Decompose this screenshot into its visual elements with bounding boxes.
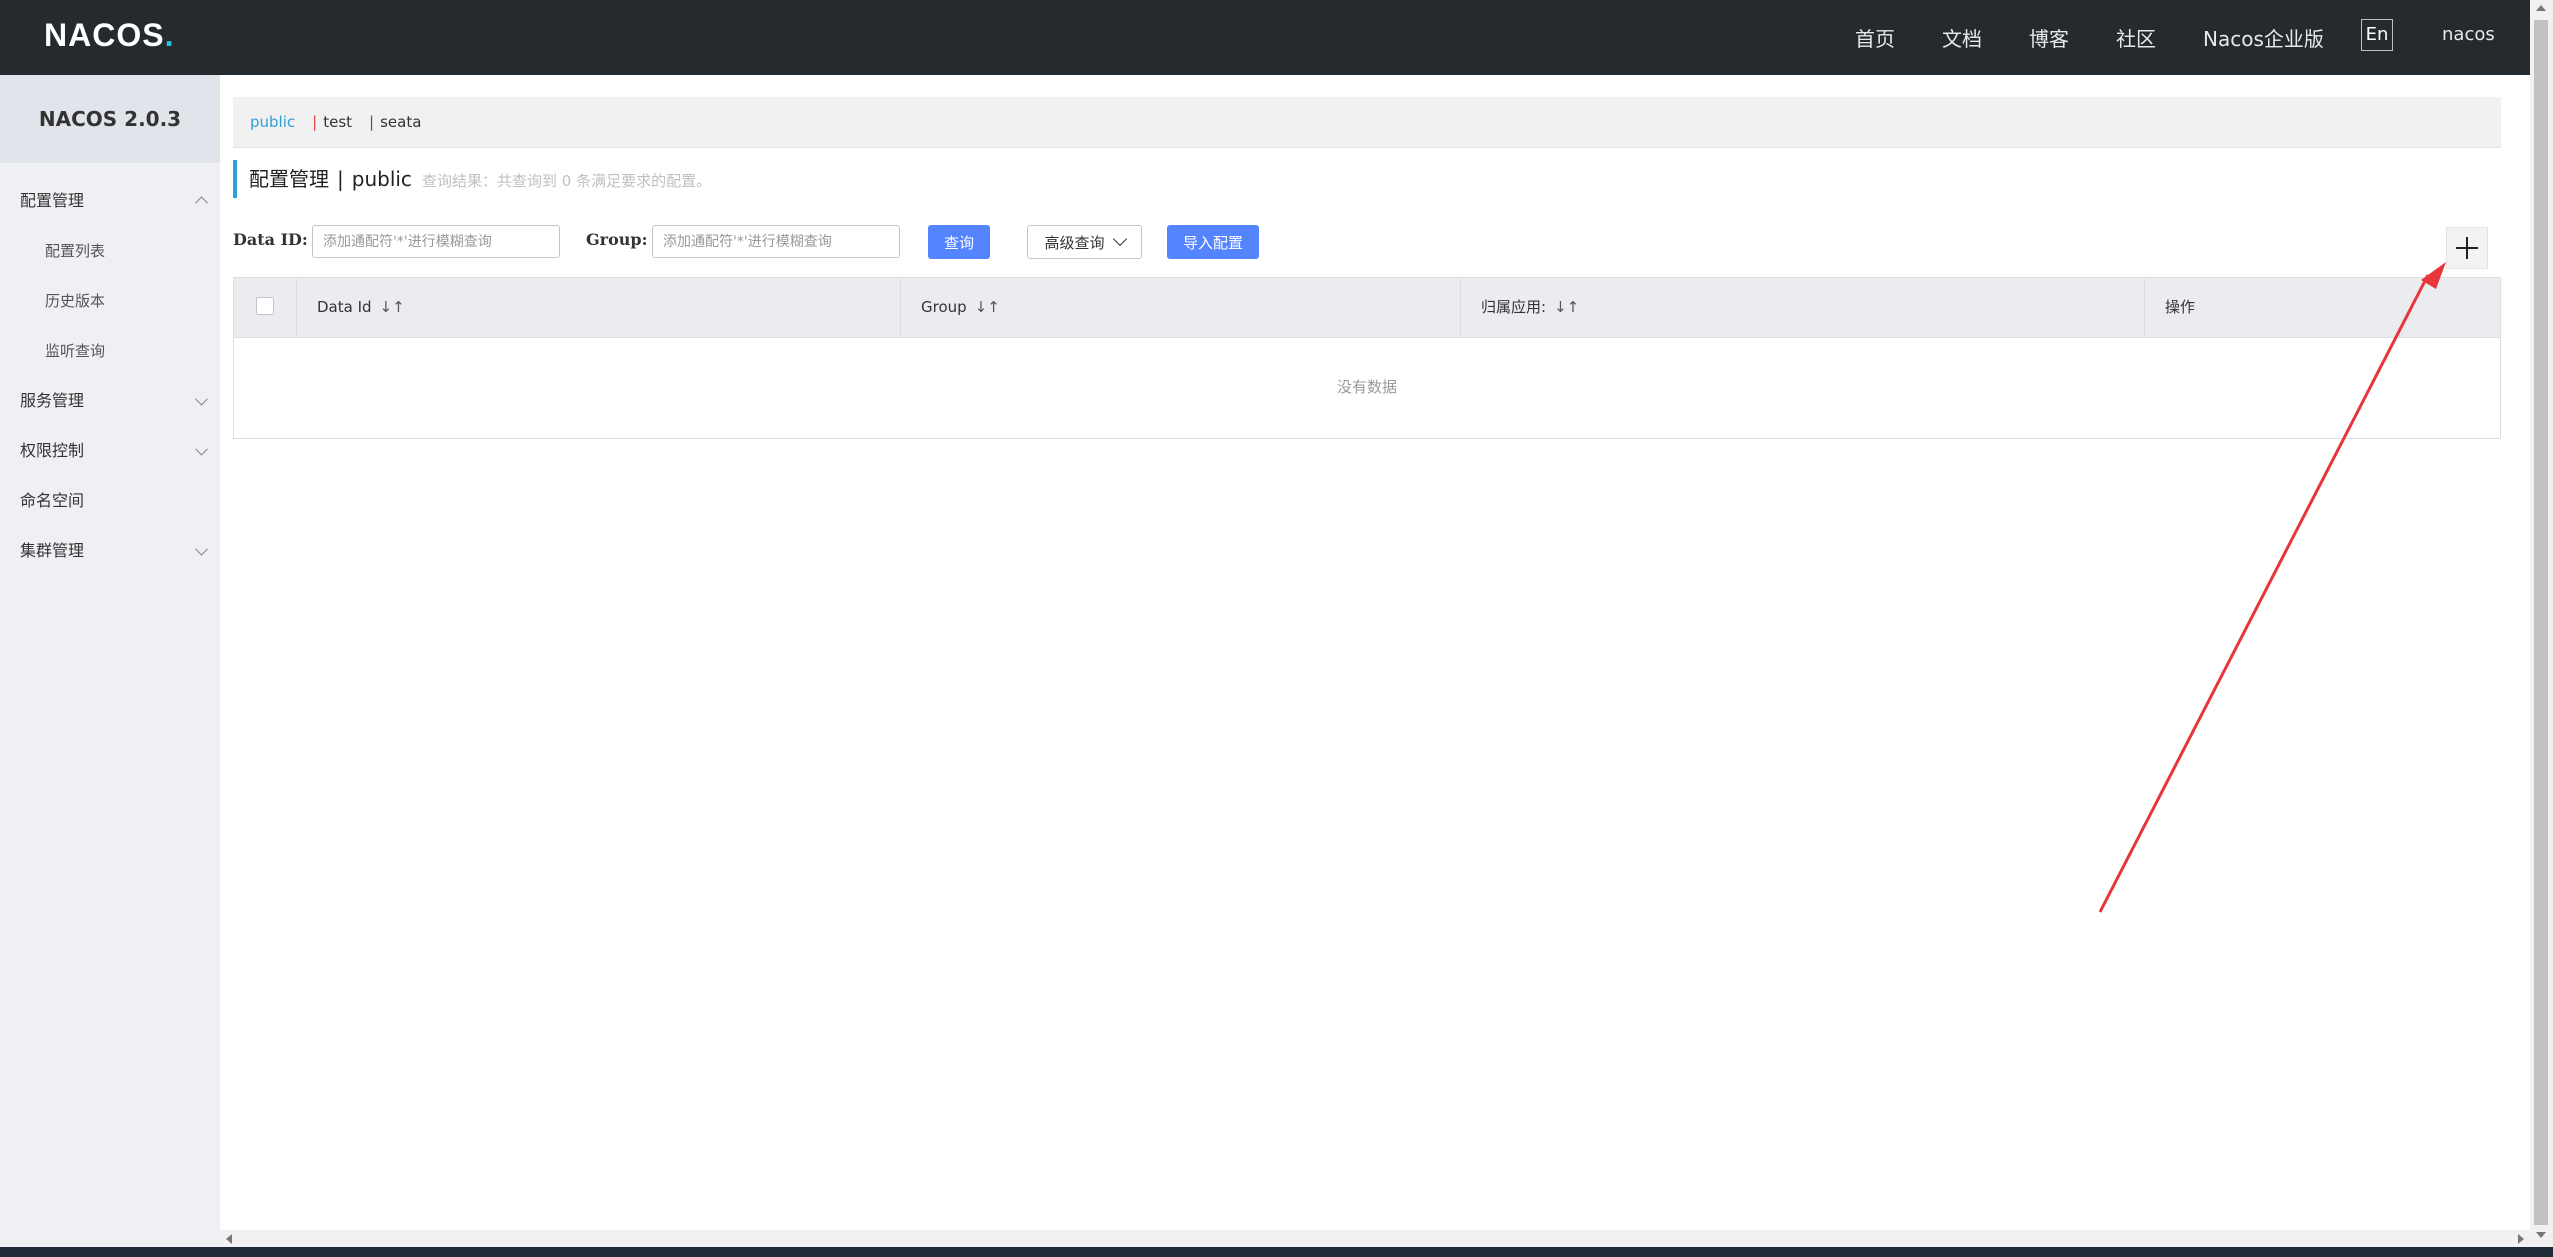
taskbar-strip <box>0 1247 2553 1257</box>
top-header: NACOS. 首页 文档 博客 社区 Nacos企业版 En nacos <box>0 0 2530 75</box>
column-header-app[interactable]: 归属应用: ↓↑ <box>1460 278 2145 337</box>
empty-state-text: 没有数据 <box>1336 378 1397 396</box>
sidebar-item-config-management[interactable]: 配置管理 <box>0 176 220 226</box>
column-header-group[interactable]: Group ↓↑ <box>900 278 1461 337</box>
page-title: 配置管理 | public <box>233 160 412 198</box>
top-nav: 首页 文档 博客 社区 Nacos企业版 <box>1855 0 2371 75</box>
nav-blog[interactable]: 博客 <box>2029 23 2069 52</box>
group-input[interactable] <box>652 225 900 258</box>
nacos-logo[interactable]: NACOS. <box>44 15 174 55</box>
sidebar-item-label: 集群管理 <box>20 541 85 560</box>
sidebar-item-label: 配置管理 <box>20 191 85 210</box>
sidebar-title: NACOS 2.0.3 <box>0 75 220 163</box>
scroll-left-icon[interactable] <box>226 1234 232 1244</box>
query-result-hint: 查询结果：共查询到 0 条满足要求的配置。 <box>422 172 712 190</box>
sidebar-item-config-list[interactable]: 配置列表 <box>0 226 220 276</box>
sidebar: NACOS 2.0.3 配置管理 配置列表 历史版本 监听查询 服务管理 权限控… <box>0 75 220 1247</box>
user-name[interactable]: nacos <box>2442 24 2495 45</box>
namespace-tab-seata[interactable]: | seata <box>369 113 421 131</box>
namespace-tab-test[interactable]: | test <box>312 113 352 131</box>
table-header: Data Id ↓↑ Group ↓↑ 归属应用: ↓↑ 操作 <box>234 278 2500 338</box>
select-all-checkbox[interactable] <box>256 297 274 315</box>
plus-icon <box>2456 237 2478 259</box>
sort-icon[interactable]: ↓↑ <box>1554 298 1579 316</box>
sidebar-item-listener-query[interactable]: 监听查询 <box>0 326 220 376</box>
add-config-button[interactable] <box>2446 227 2488 269</box>
config-table: Data Id ↓↑ Group ↓↑ 归属应用: ↓↑ 操作 没有数据 <box>233 277 2501 439</box>
chevron-down-icon <box>195 392 208 406</box>
scroll-right-icon[interactable] <box>2518 1234 2524 1244</box>
vertical-scrollbar[interactable] <box>2530 0 2553 1247</box>
sidebar-item-cluster-management[interactable]: 集群管理 <box>0 526 220 576</box>
group-label: Group: <box>586 230 648 249</box>
advanced-query-label: 高级查询 <box>1044 233 1105 252</box>
namespace-bar: public | test | seata <box>233 97 2501 148</box>
column-header-data-id[interactable]: Data Id ↓↑ <box>296 278 921 337</box>
query-button[interactable]: 查询 <box>928 225 990 259</box>
sidebar-item-history[interactable]: 历史版本 <box>0 276 220 326</box>
column-header-actions: 操作 <box>2144 278 2501 337</box>
sort-icon[interactable]: ↓↑ <box>380 298 405 316</box>
sidebar-item-label: 命名空间 <box>20 491 85 510</box>
chevron-down-icon <box>1112 231 1127 247</box>
scroll-up-icon[interactable] <box>2536 5 2546 11</box>
nav-home[interactable]: 首页 <box>1855 23 1895 52</box>
nav-docs[interactable]: 文档 <box>1942 23 1982 52</box>
horizontal-scrollbar[interactable] <box>220 1230 2530 1247</box>
language-toggle-button[interactable]: En <box>2361 19 2393 51</box>
sidebar-item-service-management[interactable]: 服务管理 <box>0 376 220 426</box>
nav-enterprise[interactable]: Nacos企业版 <box>2203 23 2324 52</box>
advanced-query-button[interactable]: 高级查询 <box>1027 225 1142 259</box>
namespace-tab-public[interactable]: public <box>250 113 295 131</box>
sidebar-item-access-control[interactable]: 权限控制 <box>0 426 220 476</box>
sidebar-item-label: 服务管理 <box>20 391 85 410</box>
chevron-down-icon <box>195 442 208 456</box>
data-id-input[interactable] <box>312 225 560 258</box>
sidebar-item-namespace[interactable]: 命名空间 <box>0 476 220 526</box>
chevron-down-icon <box>195 542 208 556</box>
sort-icon[interactable]: ↓↑ <box>975 298 1000 316</box>
scroll-down-icon[interactable] <box>2536 1232 2546 1238</box>
scrollbar-thumb[interactable] <box>2534 20 2548 1225</box>
import-config-button[interactable]: 导入配置 <box>1167 225 1259 259</box>
chevron-up-icon <box>195 196 208 210</box>
sidebar-item-label: 权限控制 <box>20 441 85 460</box>
nav-community[interactable]: 社区 <box>2116 23 2156 52</box>
data-id-label: Data ID: <box>233 230 308 249</box>
